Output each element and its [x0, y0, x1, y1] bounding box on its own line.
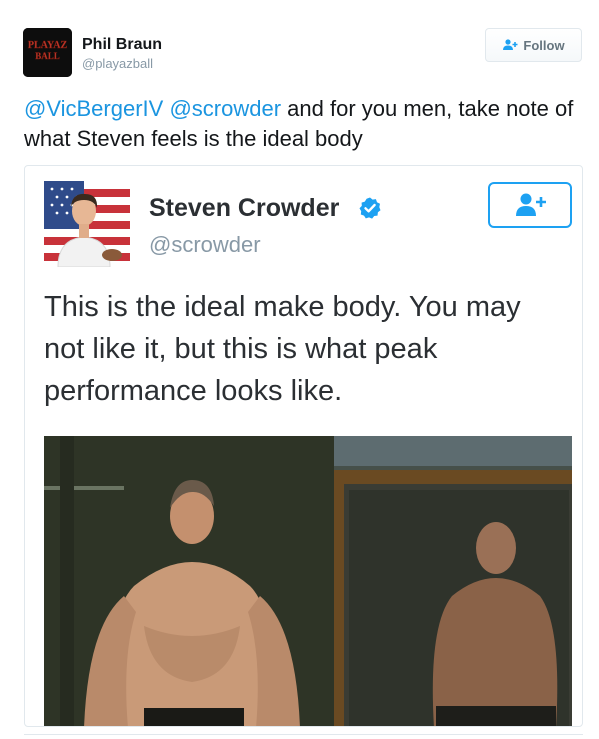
tweet-text: @VicBergerIV @scrowder and for you men, … [24, 94, 584, 154]
flag-portrait-icon [44, 181, 130, 267]
divider [24, 734, 583, 735]
follow-label: Follow [523, 37, 565, 53]
author-handle[interactable]: @playazball [82, 56, 153, 71]
playaz-ball-logo-icon: PLAYAZ BALL [23, 28, 72, 77]
mention-link[interactable]: @scrowder [169, 96, 281, 121]
mention-link[interactable]: @VicBergerIV [24, 96, 163, 121]
quoted-avatar[interactable] [44, 181, 130, 267]
avatar[interactable]: PLAYAZ BALL [23, 28, 72, 77]
svg-text:PLAYAZ: PLAYAZ [28, 40, 68, 51]
svg-text:BALL: BALL [35, 51, 60, 61]
follow-button[interactable]: Follow [485, 28, 582, 62]
shirtless-man-photo-icon [44, 436, 572, 726]
quoted-follow-button[interactable] [488, 182, 572, 228]
verified-badge-icon [359, 197, 381, 219]
add-user-icon [516, 193, 546, 216]
follow-icon [503, 39, 518, 50]
quoted-photo[interactable] [44, 436, 572, 726]
quoted-author-name[interactable]: Steven Crowder [149, 194, 339, 223]
quoted-author-handle[interactable]: @scrowder [149, 232, 261, 258]
author-name[interactable]: Phil Braun [82, 36, 162, 54]
quoted-tweet-card[interactable]: Steven Crowder @scrowder This is the ide… [24, 165, 583, 727]
quoted-tweet-text: This is the ideal make body. You may not… [44, 291, 521, 407]
